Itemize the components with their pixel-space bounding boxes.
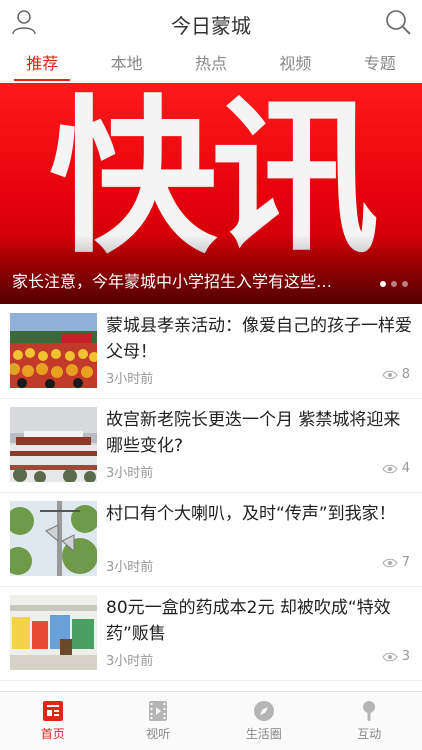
article-item[interactable]: 蒙城县孝亲活动：像爱自己的孩子一样爱父母！ 3小时前 8 bbox=[0, 305, 422, 399]
tab-media-label: 视听 bbox=[146, 727, 171, 741]
headline-banner[interactable]: 快讯 家长注意，今年蒙城中小学招生入学有这些… bbox=[0, 83, 422, 304]
tab-hot[interactable]: 热点 bbox=[169, 46, 253, 81]
carousel-dots bbox=[380, 281, 408, 287]
app-title: 今日蒙城 bbox=[171, 14, 251, 38]
banner-caption: 家长注意，今年蒙城中小学招生入学有这些… bbox=[12, 272, 333, 291]
view-count: 8 bbox=[382, 367, 410, 382]
view-count-value: 7 bbox=[401, 555, 410, 570]
view-count: 3 bbox=[382, 649, 410, 664]
view-count-value: 8 bbox=[401, 367, 410, 382]
tab-home[interactable]: 首页 bbox=[0, 692, 106, 750]
search-icon[interactable] bbox=[382, 6, 414, 38]
app-header: 今日蒙城 bbox=[0, 0, 422, 46]
article-thumbnail bbox=[10, 407, 97, 482]
article-list: 蒙城县孝亲活动：像爱自己的孩子一样爱父母！ 3小时前 8 故宫新老院长更迭一个月… bbox=[0, 305, 422, 681]
article-title: 蒙城县孝亲活动：像爱自己的孩子一样爱父母！ bbox=[106, 316, 412, 362]
article-thumbnail bbox=[10, 595, 97, 670]
tab-recommend[interactable]: 推荐 bbox=[0, 46, 84, 81]
article-item[interactable]: 故宫新老院长更迭一个月 紫禁城将迎来哪些变化? 3小时前 4 bbox=[0, 399, 422, 493]
article-title: 80元一盒的药成本2元 却被吹成“特效药”贩售 bbox=[106, 598, 391, 644]
article-title: 故宫新老院长更迭一个月 紫禁城将迎来哪些变化? bbox=[106, 410, 401, 456]
tab-media[interactable]: 视听 bbox=[106, 692, 212, 750]
tab-interact[interactable]: 互动 bbox=[317, 692, 422, 750]
eye-icon bbox=[382, 370, 398, 379]
eye-icon bbox=[382, 652, 398, 661]
tab-video[interactable]: 视频 bbox=[253, 46, 337, 81]
article-time: 3小时前 bbox=[106, 560, 154, 575]
news-icon bbox=[42, 701, 63, 721]
tab-special[interactable]: 专题 bbox=[338, 46, 422, 81]
tab-life[interactable]: 生活圈 bbox=[211, 692, 317, 750]
view-count-value: 3 bbox=[401, 649, 410, 664]
tab-life-label: 生活圈 bbox=[245, 727, 282, 741]
view-count: 4 bbox=[382, 461, 410, 476]
bottom-tab-bar: 首页 视听 生活圈 互动 bbox=[0, 691, 422, 750]
eye-icon bbox=[382, 464, 398, 473]
carousel-dot[interactable] bbox=[402, 281, 408, 287]
microphone-icon bbox=[363, 701, 376, 721]
carousel-dot[interactable] bbox=[380, 281, 386, 287]
carousel-dot[interactable] bbox=[391, 281, 397, 287]
article-time: 3小时前 bbox=[106, 372, 154, 387]
article-title: 村口有个大喇叭，及时“传声”到我家！ bbox=[106, 504, 396, 524]
tab-interact-label: 互动 bbox=[357, 727, 382, 741]
article-time: 3小时前 bbox=[106, 654, 154, 669]
view-count-value: 4 bbox=[401, 461, 410, 476]
tab-local[interactable]: 本地 bbox=[84, 46, 168, 81]
article-item[interactable]: 80元一盒的药成本2元 却被吹成“特效药”贩售 3小时前 3 bbox=[0, 587, 422, 681]
tab-home-label: 首页 bbox=[40, 727, 65, 741]
view-count: 7 bbox=[382, 555, 410, 570]
article-time: 3小时前 bbox=[106, 466, 154, 481]
article-thumbnail bbox=[10, 501, 97, 576]
article-item[interactable]: 村口有个大喇叭，及时“传声”到我家！ 3小时前 7 bbox=[0, 493, 422, 587]
compass-icon bbox=[253, 701, 274, 721]
film-icon bbox=[149, 701, 168, 721]
eye-icon bbox=[382, 558, 398, 567]
category-tabs: 推荐 本地 热点 视频 专题 bbox=[0, 46, 422, 82]
article-thumbnail bbox=[10, 313, 97, 388]
